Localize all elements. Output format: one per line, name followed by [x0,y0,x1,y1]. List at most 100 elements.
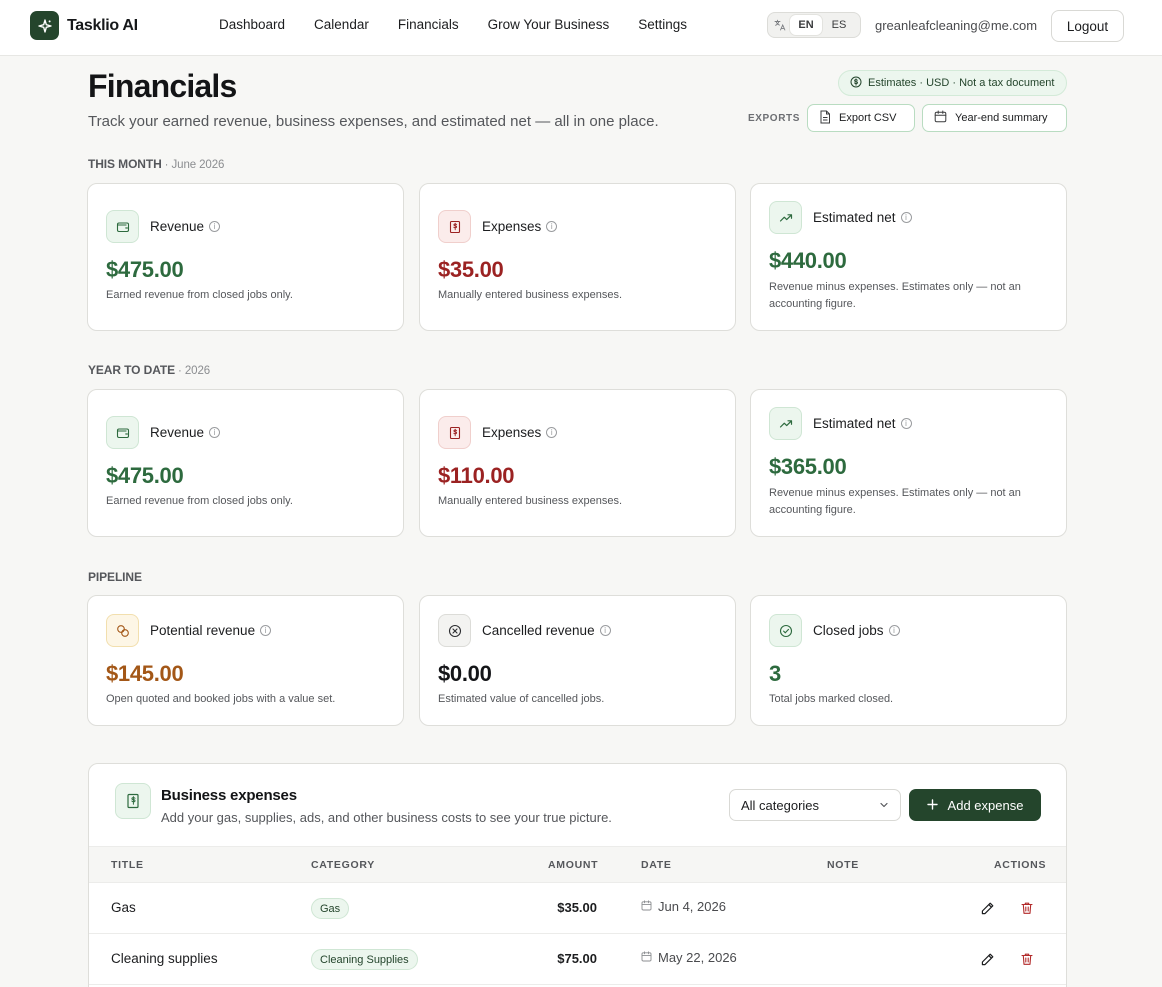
info-icon[interactable]: i [900,212,912,223]
category-filter-value: All categories [741,797,820,813]
card-value: $475.00 [106,463,184,488]
x-circle-icon [438,614,471,647]
nav-grow-your-business[interactable]: Grow Your Business [488,17,610,32]
column-header-title: TITLE [111,859,144,871]
plus-icon [926,798,938,813]
add-expense-label: Add expense [947,797,1024,813]
expense-date: May 22, 2026 [641,950,737,965]
info-icon[interactable]: i [546,221,558,232]
business-expenses-panel: Business expenses Add your gas, supplies… [88,763,1067,987]
card-value: $110.00 [438,463,515,488]
expense-title: Gas [111,900,136,915]
expense-date-text: May 22, 2026 [658,950,737,965]
info-icon[interactable]: i [888,625,900,636]
table-header: TITLE CATEGORY AMOUNT DATE NOTE ACTIONS [89,846,1066,883]
lang-en-button[interactable]: EN [790,15,822,35]
this-month-title: THIS MONTH [88,157,162,171]
app-name: Tasklio AI [67,16,138,34]
ytd-label: YEAR TO DATE · 2026 [88,363,210,377]
wallet-icon [106,416,139,449]
expense-date: Jun 4, 2026 [641,899,726,914]
coins-icon [106,614,139,647]
sparkle-icon [30,11,59,40]
column-header-note: NOTE [827,859,859,871]
lang-es-button[interactable]: ES [822,15,856,35]
page-subtitle: Track your earned revenue, business expe… [88,113,659,130]
year-end-summary-button[interactable]: Year-end summary [922,104,1067,132]
exports-label: EXPORTS [748,113,800,124]
export-csv-button[interactable]: Export CSV [807,104,915,132]
column-header-category: CATEGORY [311,859,375,871]
this-month-period: · June 2026 [164,159,225,171]
potential-revenue-card: Potential revenue i $145.00 Open quoted a… [87,595,404,726]
category-filter-select[interactable]: All categories [729,789,901,821]
nav-financials[interactable]: Financials [398,17,459,32]
dollar-circle-icon [850,76,862,91]
column-header-actions: ACTIONS [994,859,1047,871]
calendar-icon [641,899,652,914]
logo[interactable]: Tasklio AI [30,11,138,40]
month-net-card: Estimated net i $440.00 Revenue minus exp… [750,183,1067,331]
top-bar: Tasklio AI Dashboard Calendar Financials… [0,0,1162,56]
expenses-title: Business expenses [161,787,297,804]
info-icon[interactable]: i [599,625,611,636]
card-description: Revenue minus expenses. Estimates only —… [769,281,1021,310]
edit-icon[interactable] [978,899,996,917]
table-row: Cleaning supplies Cleaning Supplies $75.… [89,934,1066,985]
card-description: Revenue minus expenses. Estimates only —… [769,487,1021,516]
page-title: Financials [88,68,237,104]
estimates-badge: Estimates · USD · Not a tax document [838,70,1067,96]
expense-amount: $75.00 [557,951,597,966]
receipt-icon [438,210,471,243]
file-icon [819,110,831,127]
pipeline-label: PIPELINE [88,570,142,584]
card-description: Earned revenue from closed jobs only. [106,495,293,507]
nav-calendar[interactable]: Calendar [314,17,369,32]
month-expenses-card: Expenses i $35.00 Manually entered busine… [419,183,736,331]
main-nav: Dashboard Calendar Financials Grow Your … [219,17,716,32]
card-description: Manually entered business expenses. [438,289,623,301]
nav-dashboard[interactable]: Dashboard [219,17,285,32]
card-description: Estimated value of cancelled jobs. [438,693,605,705]
card-description: Manually entered business expenses. [438,495,623,507]
card-value: $35.00 [438,257,504,282]
user-email: greanleafcleaning@me.com [875,18,1038,33]
year-end-summary-label: Year-end summary [955,112,1048,124]
trending-up-icon [769,201,802,234]
info-icon[interactable]: i [546,427,558,438]
ytd-expenses-card: Expenses i $110.00 Manually entered busin… [419,389,736,537]
this-month-label: THIS MONTH · June 2026 [88,157,224,171]
card-description: Total jobs marked closed. [769,693,894,705]
month-revenue-card: Revenue i $475.00 Earned revenue from clo… [87,183,404,331]
logout-button[interactable]: Logout [1051,10,1124,42]
trash-icon[interactable] [1018,950,1036,968]
card-title: Revenue [150,219,205,234]
edit-icon[interactable] [978,950,996,968]
ytd-revenue-card: Revenue i $475.00 Earned revenue from clo… [87,389,404,537]
card-value: $365.00 [769,454,847,479]
column-header-amount: AMOUNT [548,859,599,871]
ytd-period: · 2026 [178,365,211,377]
ytd-net-card: Estimated net i $365.00 Revenue minus exp… [750,389,1067,537]
ytd-title: YEAR TO DATE [88,363,176,377]
info-icon[interactable]: i [209,221,221,232]
pipeline-title: PIPELINE [88,570,142,584]
language-switcher: EN ES [767,12,861,38]
receipt-icon [438,416,471,449]
add-expense-button[interactable]: Add expense [909,789,1041,821]
card-title: Estimated net [813,416,896,431]
translate-icon [770,19,790,31]
info-icon[interactable]: i [900,418,912,429]
info-icon[interactable]: i [260,625,272,636]
expense-amount: $35.00 [557,900,597,915]
calendar-icon [934,110,947,126]
trending-up-icon [769,407,802,440]
nav-settings[interactable]: Settings [638,17,687,32]
trash-icon[interactable] [1018,899,1036,917]
wallet-icon [106,210,139,243]
info-icon[interactable]: i [209,427,221,438]
card-title: Expenses [482,425,542,440]
card-description: Open quoted and booked jobs with a value… [106,693,336,705]
category-tag: Gas [311,898,350,919]
category-tag: Cleaning Supplies [311,949,418,970]
